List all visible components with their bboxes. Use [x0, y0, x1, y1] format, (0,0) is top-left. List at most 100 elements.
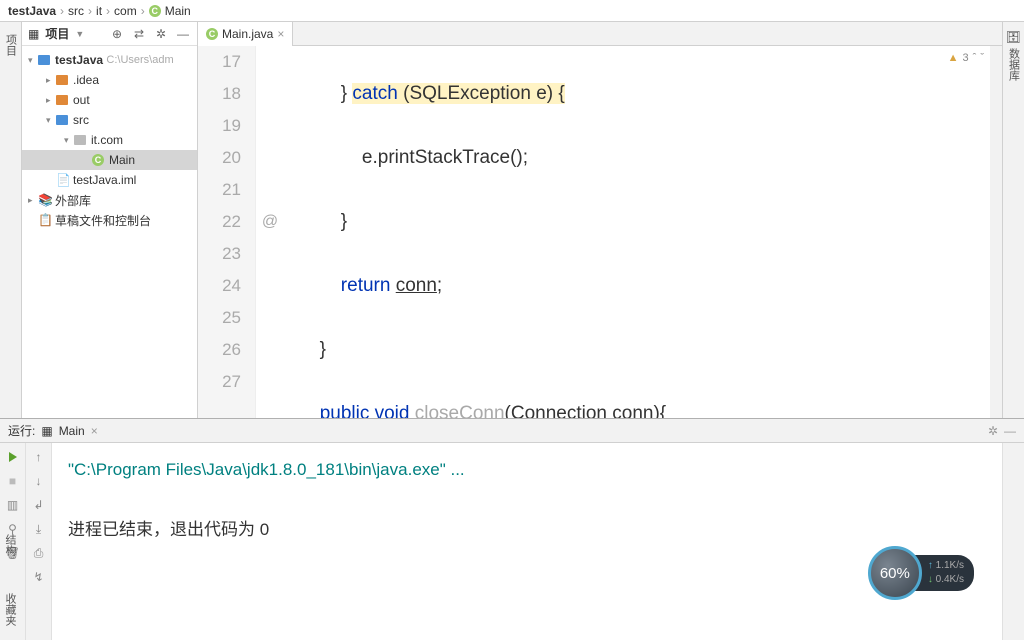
code-area[interactable]: 17 18 19 20 21 22 23 24 25 26 27 @ } cat…	[198, 46, 1002, 418]
close-icon[interactable]: ×	[91, 424, 98, 438]
tree-label: Main	[109, 153, 135, 167]
tree-label: 草稿文件和控制台	[55, 212, 151, 229]
line-num: 20	[198, 142, 241, 174]
stop-icon[interactable]: ■	[5, 473, 21, 489]
tree-root[interactable]: ▾testJava C:\Users\adm	[22, 50, 197, 70]
scrollbar[interactable]	[990, 46, 1002, 418]
chevron-icon: ›	[141, 4, 145, 18]
line-num: 25	[198, 302, 241, 334]
favorites-tool-button[interactable]: 收藏夹	[2, 589, 18, 630]
code-text	[288, 275, 341, 296]
scroll-end-icon[interactable]: ⤓	[31, 521, 47, 537]
tree-item-iml[interactable]: 📄testJava.iml	[22, 170, 197, 190]
code-text	[288, 403, 320, 418]
settings-icon[interactable]: ✲	[988, 424, 998, 438]
chevron-up-icon[interactable]: ˆ	[973, 52, 977, 64]
code-keyword: return	[341, 275, 391, 296]
override-marker-icon[interactable]: @	[256, 206, 284, 238]
editor-area: C Main.java × 17 18 19 20 21 22 23 24 25…	[198, 22, 1002, 418]
project-tool-button[interactable]: 项目	[3, 30, 19, 60]
hide-icon[interactable]: —	[175, 26, 191, 42]
rerun-icon[interactable]	[5, 449, 21, 465]
clear-icon[interactable]: ↯	[31, 569, 47, 585]
code-text: (Connection conn){	[505, 403, 667, 418]
code-keyword: catch	[352, 83, 397, 104]
breadcrumb-item[interactable]: Main	[165, 4, 191, 18]
layout-icon[interactable]: ▥	[5, 497, 21, 513]
tree-item-src[interactable]: ▾src	[22, 110, 197, 130]
line-num: 27	[198, 366, 241, 398]
left-tool-strip: 项目	[0, 22, 22, 418]
print-icon[interactable]: ⎙	[31, 545, 47, 561]
perf-circle: 60%	[868, 546, 922, 600]
tree-label: 外部库	[55, 192, 91, 209]
run-toolbar-2: ↑ ↓ ↲ ⤓ ⎙ ↯	[26, 443, 52, 640]
code-text: }	[288, 206, 990, 238]
breadcrumb-item[interactable]: com	[114, 4, 137, 18]
down-speed: 0.4K/s	[936, 574, 964, 585]
console-exit: 进程已结束，退出代码为 0	[68, 515, 986, 545]
tree-item-main[interactable]: CMain	[22, 150, 197, 170]
code-keyword: public void	[320, 403, 410, 418]
tree-item-idea[interactable]: ▸.idea	[22, 70, 197, 90]
up-speed: 1.1K/s	[936, 560, 964, 571]
run-header: 运行: ▦ Main × ✲ —	[0, 419, 1024, 443]
tree-item-out[interactable]: ▸out	[22, 90, 197, 110]
line-num: 18	[198, 78, 241, 110]
down-arrow-icon: ↓	[928, 574, 933, 585]
console-cmd: "C:\Program Files\Java\jdk1.8.0_181\bin\…	[68, 455, 986, 485]
up-arrow-icon: ↑	[928, 560, 933, 571]
code-content[interactable]: } catch (SQLException e) { e.printStackT…	[284, 46, 990, 418]
perf-percent: 60%	[880, 565, 910, 582]
inspection-indicator[interactable]: ▲ 3 ˆ ˇ	[948, 52, 984, 64]
settings-icon[interactable]: ✲	[153, 26, 169, 42]
code-text: conn;	[390, 275, 442, 296]
tree-label: .idea	[73, 73, 99, 87]
code-text: }	[288, 83, 352, 104]
tree-item-ext[interactable]: ▸📚外部库	[22, 190, 197, 210]
perf-widget[interactable]: 60% ↑ 1.1K/s ↓ 0.4K/s	[868, 546, 974, 600]
structure-tool-button[interactable]: 结构	[2, 530, 18, 560]
database-tool-button[interactable]: 数据库	[1006, 44, 1022, 85]
down-icon[interactable]: ↓	[31, 473, 47, 489]
line-num: 24	[198, 270, 241, 302]
line-num: 17	[198, 46, 241, 78]
tree-item-pkg[interactable]: ▾it.com	[22, 130, 197, 150]
run-panel: 运行: ▦ Main × ✲ — ■ ▥ ⚲ 🗑 ↑ ↓ ↲ ⤓ ⎙ ↯ "C:…	[0, 418, 1024, 640]
chevron-icon: ›	[106, 4, 110, 18]
soft-wrap-icon[interactable]: ↲	[31, 497, 47, 513]
tree-label: testJava	[55, 53, 103, 67]
select-opened-icon[interactable]: ⊕	[109, 26, 125, 42]
code-text: e.printStackTrace();	[288, 142, 990, 174]
close-icon[interactable]: ×	[277, 27, 284, 41]
tree-label: testJava.iml	[73, 173, 136, 187]
code-text: (SQLException e) {	[398, 83, 565, 104]
console-output[interactable]: "C:\Program Files\Java\jdk1.8.0_181\bin\…	[52, 443, 1002, 640]
run-config-name[interactable]: Main	[59, 424, 85, 438]
line-gutter: 17 18 19 20 21 22 23 24 25 26 27	[198, 46, 256, 418]
breadcrumb-item[interactable]: testJava	[8, 4, 56, 18]
project-tree: ▾testJava C:\Users\adm ▸.idea ▸out ▾src …	[22, 46, 197, 234]
tab-bar: C Main.java ×	[198, 22, 1002, 46]
warning-count: 3	[963, 52, 969, 64]
chevron-down-icon[interactable]: ˇ	[980, 52, 984, 64]
breadcrumb: testJava › src › it › com › C Main	[0, 0, 1024, 22]
breadcrumb-item[interactable]: src	[68, 4, 84, 18]
code-text: }	[288, 334, 990, 366]
line-num: 22	[198, 206, 241, 238]
database-tool-icon[interactable]: 🗄	[1006, 30, 1021, 44]
panel-title: 项目	[45, 25, 69, 42]
hide-icon[interactable]: —	[1004, 424, 1016, 438]
chevron-icon: ›	[60, 4, 64, 18]
tab-main[interactable]: C Main.java ×	[198, 22, 293, 46]
tree-item-scratch[interactable]: 📋草稿文件和控制台	[22, 210, 197, 230]
expand-icon[interactable]: ⇄	[131, 26, 147, 42]
breadcrumb-item[interactable]: it	[96, 4, 102, 18]
class-icon: C	[206, 28, 218, 40]
dropdown-icon[interactable]: ▼	[75, 29, 84, 39]
gutter-marks: @	[256, 46, 284, 418]
project-dropdown-icon[interactable]: ▦	[28, 27, 39, 41]
line-num: 23	[198, 238, 241, 270]
tree-label: out	[73, 93, 90, 107]
up-icon[interactable]: ↑	[31, 449, 47, 465]
